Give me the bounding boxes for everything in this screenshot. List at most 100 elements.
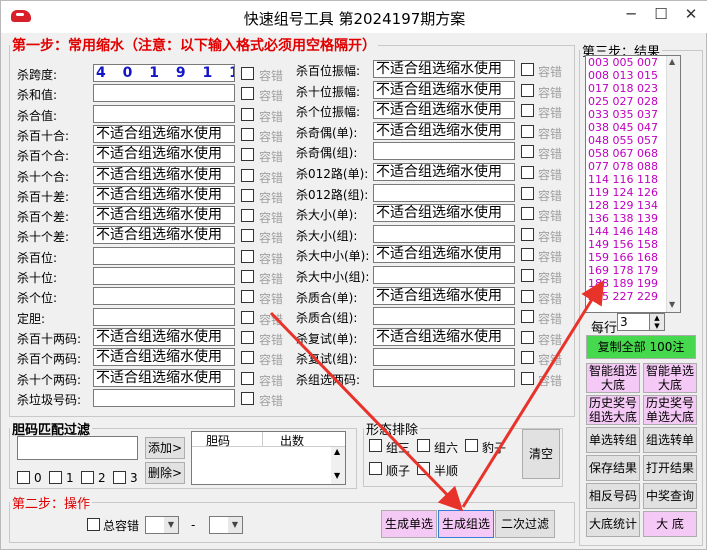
results-scrollbar[interactable]: ▲ ▼ bbox=[666, 56, 680, 312]
filter-input[interactable]: 不适合组选缩水使用 bbox=[373, 163, 515, 181]
filter-input[interactable]: 4 0 1 9 1 1 0 1 6 bbox=[93, 64, 235, 82]
col-count[interactable]: 出数 bbox=[280, 432, 304, 449]
tolerance-checkbox[interactable] bbox=[521, 207, 534, 221]
total-tolerance-checkbox[interactable] bbox=[87, 518, 100, 531]
filter-input[interactable]: 不适合组选缩水使用 bbox=[93, 185, 235, 204]
filter-input[interactable] bbox=[373, 369, 515, 387]
shape-checkbox[interactable] bbox=[369, 462, 382, 475]
filter-input[interactable]: 不适合组选缩水使用 bbox=[93, 348, 235, 367]
filter-input[interactable] bbox=[93, 388, 235, 407]
scroll-down-icon[interactable]: ▼ bbox=[334, 471, 340, 480]
scroll-down-icon[interactable]: ▼ bbox=[669, 300, 675, 309]
clear-button[interactable]: 清空 bbox=[522, 429, 560, 479]
tolerance-checkbox[interactable] bbox=[521, 248, 534, 262]
filter-input[interactable]: 不适合组选缩水使用 bbox=[93, 165, 235, 184]
dan-count-checkbox[interactable] bbox=[49, 471, 62, 484]
filter-input[interactable] bbox=[93, 104, 235, 123]
filter-input[interactable]: 不适合组选缩水使用 bbox=[93, 206, 235, 225]
action-button[interactable]: 历史奖号 组选大底 bbox=[586, 395, 640, 425]
gen-group-button[interactable]: 生成组选 bbox=[438, 510, 494, 538]
tolerance-checkbox[interactable] bbox=[521, 83, 534, 97]
minimize-button[interactable]: ─ bbox=[616, 3, 646, 27]
action-button[interactable]: 组选转单 bbox=[643, 427, 697, 453]
tolerance-min-select[interactable]: ▼ bbox=[145, 516, 179, 534]
filter-input[interactable] bbox=[373, 224, 515, 243]
filter-input[interactable]: 不适合组选缩水使用 bbox=[373, 121, 515, 140]
tolerance-checkbox[interactable] bbox=[241, 270, 254, 283]
filter-input[interactable] bbox=[93, 307, 235, 326]
tolerance-checkbox[interactable] bbox=[521, 372, 534, 385]
dan-count-checkbox[interactable] bbox=[17, 471, 30, 484]
filter-input[interactable]: 不适合组选缩水使用 bbox=[373, 204, 515, 223]
spin-up-icon[interactable]: ▲ bbox=[650, 314, 664, 322]
tolerance-checkbox[interactable] bbox=[241, 371, 254, 385]
tolerance-checkbox[interactable] bbox=[521, 124, 534, 138]
action-button[interactable]: 大底统计 bbox=[586, 511, 640, 537]
action-button[interactable]: 单选转组 bbox=[586, 427, 640, 453]
filter-input[interactable]: 不适合组选缩水使用 bbox=[373, 101, 515, 120]
per-row-spinner[interactable]: ▲ ▼ bbox=[649, 313, 665, 331]
filter-input[interactable]: 不适合组选缩水使用 bbox=[373, 327, 515, 346]
gen-single-button[interactable]: 生成单选 bbox=[381, 510, 437, 538]
action-button[interactable]: 历史奖号 单选大底 bbox=[643, 395, 697, 425]
tolerance-checkbox[interactable] bbox=[241, 249, 254, 263]
tolerance-checkbox[interactable] bbox=[521, 186, 534, 200]
tolerance-checkbox[interactable] bbox=[521, 269, 534, 282]
second-filter-button[interactable]: 二次过滤 bbox=[495, 510, 555, 538]
tolerance-checkbox[interactable] bbox=[241, 209, 254, 223]
filter-input[interactable]: 不适合组选缩水使用 bbox=[373, 80, 515, 99]
tolerance-checkbox[interactable] bbox=[521, 227, 534, 241]
filter-input[interactable]: 不适合组选缩水使用 bbox=[373, 60, 515, 78]
filter-input[interactable]: 不适合组选缩水使用 bbox=[93, 226, 235, 245]
filter-input[interactable]: 不适合组选缩水使用 bbox=[93, 124, 235, 143]
tolerance-checkbox[interactable] bbox=[521, 351, 534, 365]
action-button[interactable]: 打开结果 bbox=[643, 455, 697, 481]
copy-all-button[interactable]: 复制全部 100注 bbox=[586, 335, 696, 359]
shape-checkbox[interactable] bbox=[417, 462, 430, 475]
action-button[interactable]: 保存结果 bbox=[586, 455, 640, 481]
scroll-up-icon[interactable]: ▲ bbox=[669, 57, 675, 66]
tolerance-checkbox[interactable] bbox=[241, 290, 254, 304]
tolerance-max-select[interactable]: ▼ bbox=[209, 516, 243, 534]
tolerance-checkbox[interactable] bbox=[241, 351, 254, 365]
filter-input[interactable] bbox=[373, 183, 515, 202]
tolerance-checkbox[interactable] bbox=[241, 188, 254, 202]
action-button[interactable]: 大 底 bbox=[643, 511, 697, 537]
tolerance-checkbox[interactable] bbox=[241, 148, 254, 162]
action-button[interactable]: 智能单选 大底 bbox=[643, 363, 697, 393]
dan-input[interactable] bbox=[17, 436, 138, 460]
tolerance-checkbox[interactable] bbox=[241, 330, 254, 344]
shape-checkbox[interactable] bbox=[417, 439, 430, 452]
action-button[interactable]: 中奖查询 bbox=[643, 483, 697, 509]
col-dan[interactable]: 胆码 bbox=[206, 432, 230, 449]
tolerance-checkbox[interactable] bbox=[521, 145, 534, 159]
tolerance-checkbox[interactable] bbox=[241, 87, 254, 101]
tolerance-checkbox[interactable] bbox=[521, 104, 534, 118]
dan-count-checkbox[interactable] bbox=[113, 471, 126, 484]
filter-input[interactable] bbox=[93, 246, 235, 265]
filter-input[interactable]: 不适合组选缩水使用 bbox=[93, 327, 235, 346]
filter-input[interactable] bbox=[373, 307, 515, 326]
filter-input[interactable]: 不适合组选缩水使用 bbox=[373, 286, 515, 305]
tolerance-checkbox[interactable] bbox=[521, 63, 534, 76]
dan-list-scrollbar[interactable]: ▲ ▼ bbox=[331, 447, 345, 484]
tolerance-checkbox[interactable] bbox=[241, 168, 254, 182]
add-button[interactable]: 添加> bbox=[145, 437, 185, 459]
tolerance-checkbox[interactable] bbox=[241, 107, 254, 121]
action-button[interactable]: 智能组选 大底 bbox=[586, 363, 640, 393]
tolerance-checkbox[interactable] bbox=[521, 289, 534, 303]
tolerance-checkbox[interactable] bbox=[241, 310, 254, 324]
filter-input[interactable] bbox=[93, 84, 235, 103]
filter-input[interactable]: 不适合组选缩水使用 bbox=[373, 245, 515, 264]
filter-input[interactable]: 不适合组选缩水使用 bbox=[93, 368, 235, 387]
tolerance-checkbox[interactable] bbox=[241, 391, 254, 405]
filter-input[interactable] bbox=[373, 348, 515, 367]
filter-input[interactable] bbox=[373, 266, 515, 284]
maximize-button[interactable]: ☐ bbox=[646, 3, 676, 27]
shape-checkbox[interactable] bbox=[369, 439, 382, 452]
close-button[interactable]: ✕ bbox=[676, 3, 706, 27]
tolerance-checkbox[interactable] bbox=[241, 229, 254, 243]
dan-list[interactable]: 胆码 出数 ▲ ▼ bbox=[191, 431, 346, 485]
action-button[interactable]: 相反号码 bbox=[586, 483, 640, 509]
dan-count-checkbox[interactable] bbox=[81, 471, 94, 484]
